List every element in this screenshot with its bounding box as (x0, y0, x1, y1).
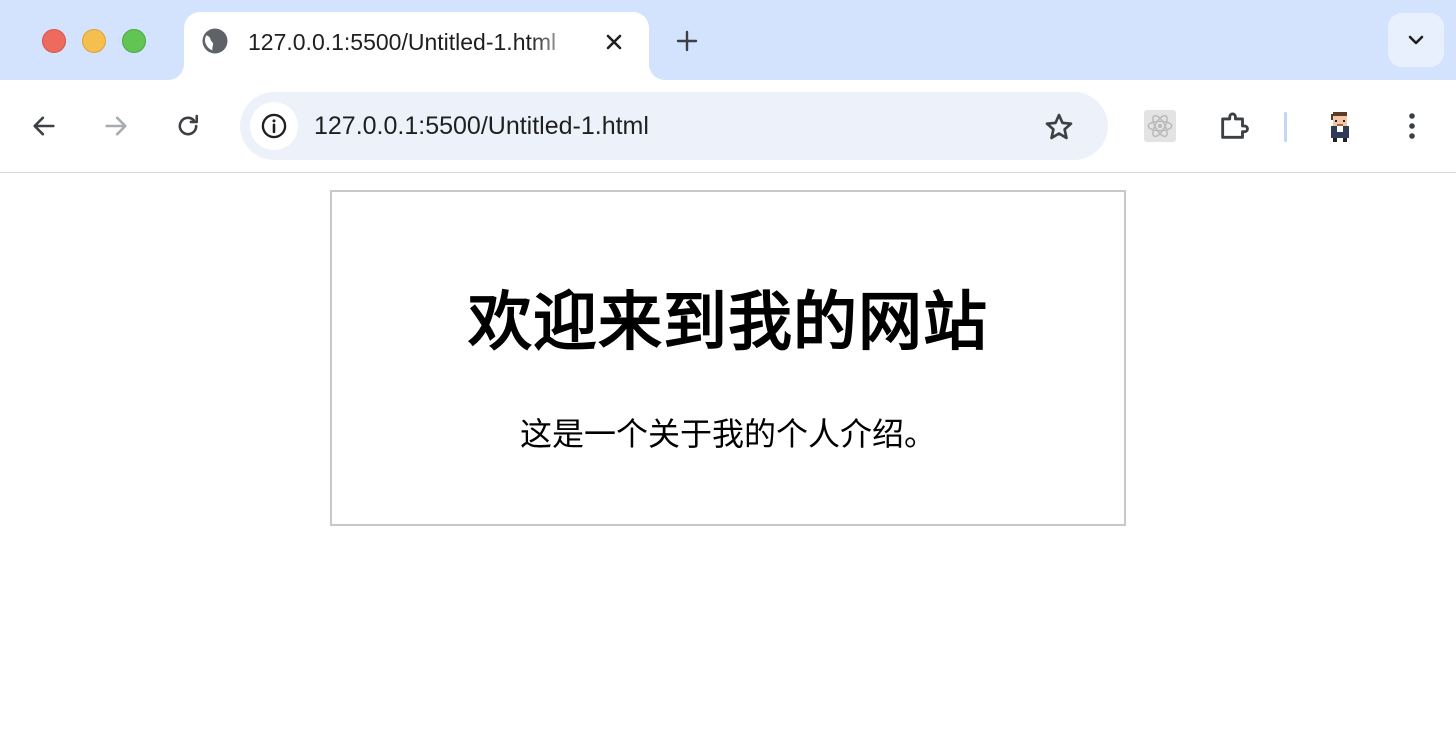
browser-menu-button[interactable] (1392, 106, 1432, 146)
content-box: 欢迎来到我的网站 这是一个关于我的个人介绍。 (330, 190, 1126, 526)
bookmark-button[interactable] (1040, 108, 1078, 146)
site-info-button[interactable] (250, 102, 298, 150)
window-close-button[interactable] (42, 29, 66, 53)
kebab-icon (1409, 113, 1415, 139)
forward-button[interactable] (96, 106, 136, 146)
info-icon (261, 113, 287, 139)
reload-icon (178, 114, 199, 136)
plus-icon (676, 30, 698, 52)
tab-strip: 127.0.0.1:5500/Untitled-1.html (0, 0, 1456, 80)
puzzle-icon (1221, 112, 1249, 139)
address-bar[interactable]: 127.0.0.1:5500/Untitled-1.html (240, 92, 1108, 160)
react-icon (1144, 110, 1176, 142)
extensions-button[interactable] (1214, 106, 1254, 146)
profile-button[interactable] (1320, 106, 1360, 146)
back-button[interactable] (24, 106, 64, 146)
page-heading: 欢迎来到我的网站 (468, 286, 988, 358)
star-icon (1045, 113, 1073, 140)
arrow-right-icon (105, 116, 127, 136)
window-zoom-button[interactable] (122, 29, 146, 53)
page-viewport: 欢迎来到我的网站 这是一个关于我的个人介绍。 (0, 174, 1456, 750)
window-minimize-button[interactable] (82, 29, 106, 53)
browser-toolbar: 127.0.0.1:5500/Untitled-1.html (0, 80, 1456, 173)
avatar-icon (1331, 112, 1349, 142)
browser-tab-active[interactable]: 127.0.0.1:5500/Untitled-1.html (184, 12, 649, 80)
tab-search-button[interactable] (1388, 13, 1444, 67)
intro-paragraph: 这是一个关于我的个人介绍。 (519, 416, 936, 452)
react-devtools-extension-button[interactable] (1140, 106, 1180, 146)
tab-title: 127.0.0.1:5500/Untitled-1.html (248, 29, 557, 55)
globe-icon (200, 26, 230, 56)
close-icon[interactable] (598, 26, 630, 58)
reload-button[interactable] (168, 106, 208, 146)
url-text[interactable]: 127.0.0.1:5500/Untitled-1.html (314, 111, 649, 141)
new-tab-button[interactable] (670, 24, 704, 58)
chevron-down-icon (1408, 35, 1424, 45)
arrow-left-icon (33, 116, 55, 136)
toolbar-divider (1284, 112, 1287, 142)
